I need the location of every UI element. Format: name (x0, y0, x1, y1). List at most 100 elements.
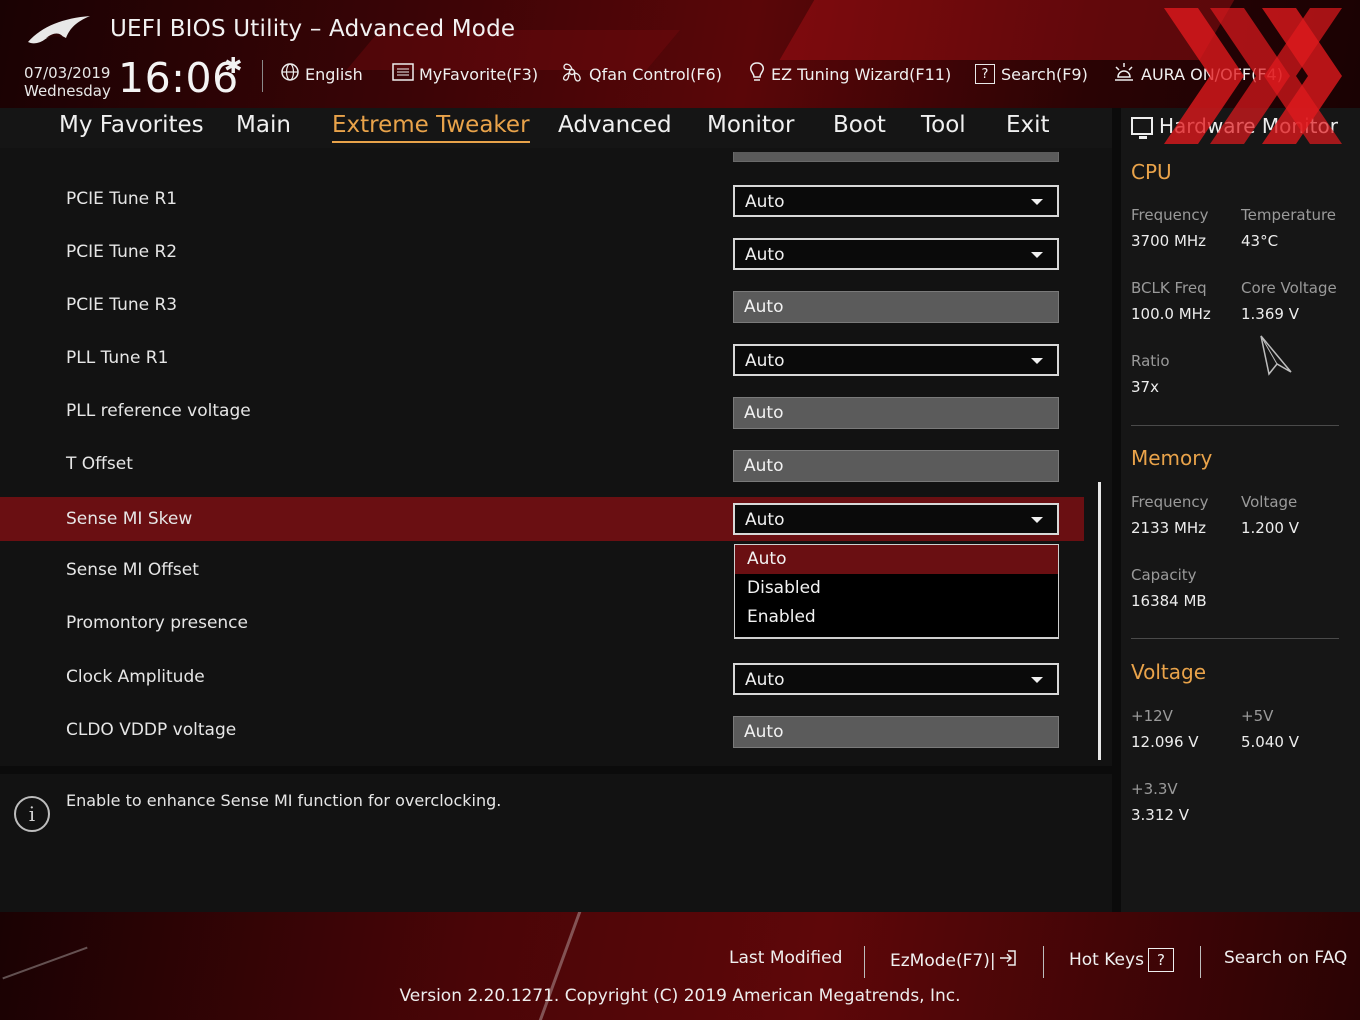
rog-logo-icon (28, 16, 90, 44)
search-label: Search(F9) (1001, 64, 1088, 84)
bottom-footer: Last Modified EzMode(F7)| Hot Keys ? Sea… (0, 912, 1360, 1020)
hardware-monitor-title[interactable]: Hardware Monitor (1131, 114, 1338, 139)
t-offset-field: Auto (733, 450, 1059, 482)
help-text: Enable to enhance Sense MI function for … (66, 791, 502, 810)
date-text: 07/03/2019 (24, 64, 111, 82)
setting-label: PCIE Tune R2 (66, 242, 178, 262)
header-divider (262, 60, 263, 92)
pll-tune-r1-dropdown[interactable]: Auto (733, 344, 1059, 376)
info-icon: i (14, 796, 50, 832)
setting-label: Sense MI Offset (66, 560, 199, 580)
setting-row-pcie-tune-r2[interactable]: PCIE Tune R2 Auto (0, 230, 1084, 274)
qfan-label: Qfan Control(F6) (589, 64, 722, 84)
ezmode-label: EzMode(F7)| (890, 950, 996, 971)
memory-heading: Memory (1131, 446, 1213, 470)
v12-value: 12.096 V (1131, 733, 1199, 751)
cpu-divider (1131, 425, 1339, 426)
qfan-button[interactable]: Qfan Control(F6) (560, 62, 722, 86)
setting-label: CLDO VDDP voltage (66, 720, 237, 740)
tab-tool[interactable]: Tool (921, 112, 966, 138)
setting-label: PLL Tune R1 (66, 348, 169, 368)
tab-exit[interactable]: Exit (1006, 112, 1050, 138)
last-modified-label: Last Modified (729, 948, 843, 968)
globe-icon (280, 62, 300, 87)
memory-divider (1131, 638, 1339, 639)
memory-frequency-value: 2133 MHz (1131, 519, 1207, 537)
bclk-label: BCLK Freq (1131, 279, 1207, 297)
cpu-temperature-value: 43°C (1241, 232, 1279, 250)
cldo-vddp-voltage-field: Auto (733, 716, 1059, 748)
pcie-tune-r2-dropdown[interactable]: Auto (733, 238, 1059, 270)
fan-icon (560, 61, 584, 88)
sense-mi-skew-dropdown[interactable]: Auto (733, 503, 1059, 535)
cpu-frequency-value: 3700 MHz (1131, 232, 1207, 250)
sense-mi-skew-options-menu: Auto Disabled Enabled (734, 544, 1059, 638)
exit-arrow-icon (998, 948, 1018, 973)
pll-reference-voltage-field: Auto (733, 397, 1059, 429)
bclk-value: 100.0 MHz (1131, 305, 1211, 323)
main-tab-bar: My Favorites Main Extreme Tweaker Advanc… (0, 108, 1112, 148)
tab-advanced[interactable]: Advanced (558, 112, 672, 138)
tab-extreme-tweaker[interactable]: Extreme Tweaker (332, 112, 530, 143)
clock-amplitude-dropdown[interactable]: Auto (733, 663, 1059, 695)
search-faq-label: Search on FAQ (1224, 948, 1348, 968)
previous-control-edge (733, 152, 1059, 162)
aura-label: AURA ON/OFF(F4) (1141, 64, 1283, 84)
monitor-icon (1131, 117, 1153, 139)
setting-label: PLL reference voltage (66, 401, 251, 421)
memory-frequency-label: Frequency (1131, 493, 1209, 511)
footer-divider (1043, 946, 1044, 978)
v5-label: +5V (1241, 707, 1274, 725)
weekday-text: Wednesday (24, 82, 111, 100)
memory-voltage-label: Voltage (1241, 493, 1298, 511)
myfavorite-label: MyFavorite(F3) (419, 64, 539, 84)
setting-label: PCIE Tune R1 (66, 189, 178, 209)
cpu-temperature-label: Temperature (1241, 206, 1337, 224)
cpu-heading: CPU (1131, 160, 1172, 184)
setting-row-sense-mi-skew[interactable]: Sense MI Skew Auto (0, 497, 1084, 541)
search-faq-button[interactable]: Search on FAQ (1224, 948, 1347, 968)
pcie-tune-r3-field: Auto (733, 291, 1059, 323)
setting-row-pcie-tune-r3[interactable]: PCIE Tune R3 Auto (0, 283, 1084, 327)
tab-monitor[interactable]: Monitor (707, 112, 794, 138)
clock-time: 16:06 (118, 54, 239, 102)
date-display: 07/03/2019 Wednesday (24, 64, 111, 100)
setting-label: T Offset (66, 454, 133, 474)
ratio-label: Ratio (1131, 352, 1170, 370)
mouse-cursor-icon (1260, 335, 1292, 376)
ez-tuning-button[interactable]: EZ Tuning Wizard(F11) (748, 61, 951, 88)
aura-button[interactable]: AURA ON/OFF(F4) (1112, 62, 1283, 86)
settings-scrollbar[interactable] (1098, 482, 1101, 760)
memory-capacity-label: Capacity (1131, 566, 1197, 584)
language-button[interactable]: English (280, 62, 363, 86)
memory-capacity-value: 16384 MB (1131, 592, 1207, 610)
v5-value: 5.040 V (1241, 733, 1299, 751)
setting-label: PCIE Tune R3 (66, 295, 178, 315)
core-voltage-value: 1.369 V (1241, 305, 1299, 323)
gear-icon[interactable]: ✱ (224, 54, 242, 79)
list-icon (392, 62, 414, 86)
version-text: Version 2.20.1271. Copyright (C) 2019 Am… (399, 986, 961, 1006)
setting-label: Sense MI Skew (66, 509, 193, 529)
ezmode-button[interactable]: EzMode(F7)| (890, 948, 1018, 973)
myfavorite-button[interactable]: MyFavorite(F3) (392, 62, 538, 86)
tab-boot[interactable]: Boot (833, 112, 886, 138)
tab-main[interactable]: Main (236, 112, 291, 138)
last-modified-button[interactable]: Last Modified (729, 948, 842, 968)
search-button[interactable]: ? Search(F9) (975, 62, 1088, 86)
v12-label: +12V (1131, 707, 1173, 725)
lightbulb-icon (748, 61, 766, 88)
tab-my-favorites[interactable]: My Favorites (59, 112, 204, 138)
setting-row-t-offset[interactable]: T Offset Auto (0, 442, 1084, 486)
hot-keys-button[interactable]: Hot Keys ? (1069, 948, 1174, 972)
setting-row-pll-tune-r1[interactable]: PLL Tune R1 Auto (0, 336, 1084, 380)
help-box-icon: ? (1147, 948, 1174, 972)
option-enabled[interactable]: Enabled (735, 603, 1058, 632)
setting-row-cldo-vddp-voltage[interactable]: CLDO VDDP voltage Auto (0, 708, 1084, 752)
setting-row-clock-amplitude[interactable]: Clock Amplitude Auto (0, 655, 1084, 699)
setting-row-pcie-tune-r1[interactable]: PCIE Tune R1 Auto (0, 177, 1084, 221)
option-auto[interactable]: Auto (735, 545, 1058, 574)
option-disabled[interactable]: Disabled (735, 574, 1058, 603)
setting-row-pll-reference-voltage[interactable]: PLL reference voltage Auto (0, 389, 1084, 433)
pcie-tune-r1-dropdown[interactable]: Auto (733, 185, 1059, 217)
